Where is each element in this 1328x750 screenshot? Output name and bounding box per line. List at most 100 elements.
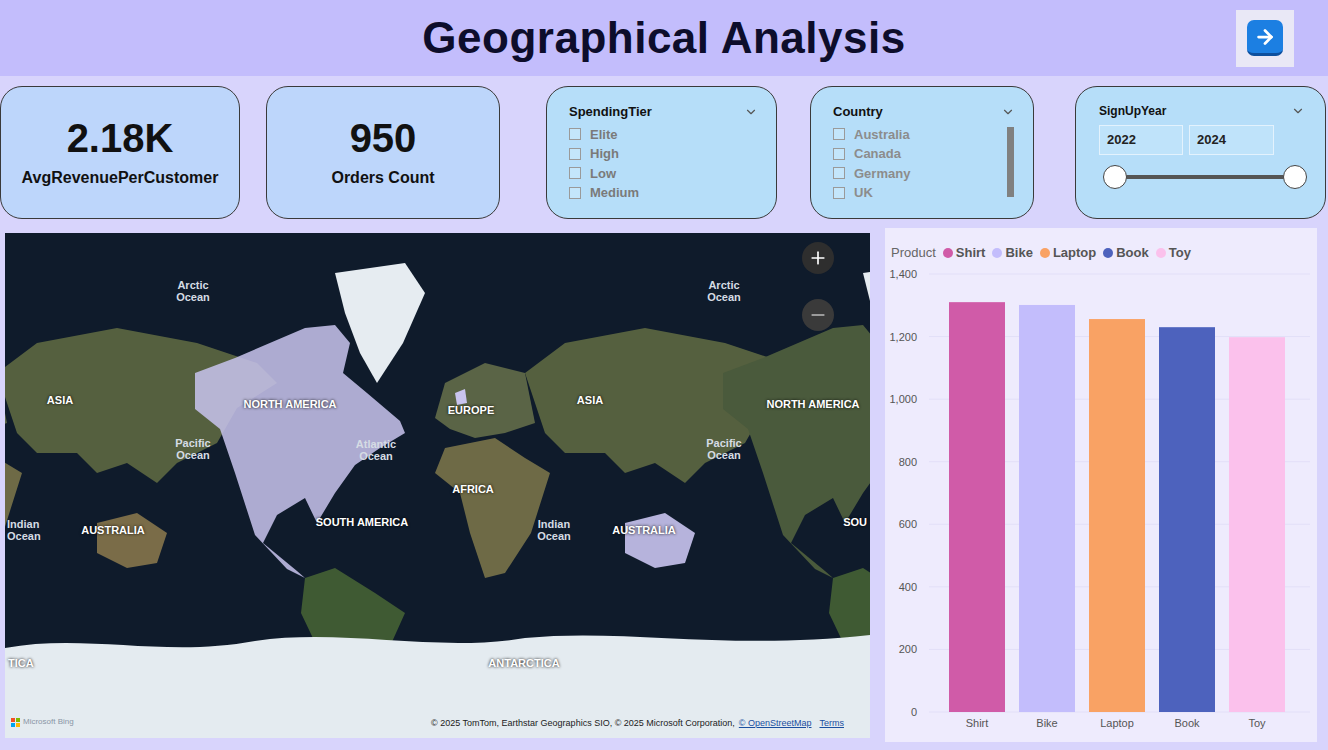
slicer-item[interactable]: Germany — [833, 164, 910, 184]
legend-dot — [943, 248, 953, 258]
map-label: AUSTRALIA — [612, 524, 676, 536]
bar[interactable] — [1159, 327, 1215, 712]
map-label: AUSTRALIA — [81, 524, 145, 536]
chart-legend: ProductShirtBikeLaptopBookToy — [885, 228, 1317, 264]
slicer-item[interactable]: Canada — [833, 144, 910, 164]
map-label: Pacific Ocean — [696, 437, 752, 461]
checkbox[interactable] — [569, 128, 581, 140]
slicer: SignUpYear 20222024 — [1075, 86, 1326, 219]
chevron-down-icon[interactable] — [1001, 105, 1015, 119]
chevron-down-icon[interactable] — [744, 105, 758, 119]
slicer-item[interactable]: High — [569, 144, 639, 164]
y-tick: 0 — [911, 706, 917, 718]
next-page-button[interactable] — [1236, 10, 1294, 67]
checkbox[interactable] — [569, 167, 581, 179]
map-label: NORTH AMERICA — [766, 398, 859, 410]
slicer-item[interactable]: Elite — [569, 125, 639, 145]
checkbox[interactable] — [833, 187, 845, 199]
map-label: Atlantic Ocean — [348, 438, 404, 462]
checkbox[interactable] — [833, 128, 845, 140]
x-label: Book — [1174, 717, 1200, 729]
map-label: Indian Ocean — [7, 518, 63, 542]
map-logo: Microsoft Bing — [11, 716, 74, 728]
legend-item[interactable]: Book — [1103, 243, 1149, 263]
bar[interactable] — [1229, 337, 1285, 712]
page-title: Geographical Analysis — [422, 5, 905, 71]
kpi-card: 950Orders Count — [266, 86, 500, 219]
map-label: ANTARCTICA — [488, 657, 559, 669]
slicer-title: SignUpYear — [1099, 102, 1166, 120]
map-label: ASIA — [577, 394, 603, 406]
map-label: Arctic Ocean — [696, 279, 752, 303]
chart-panel: ProductShirtBikeLaptopBookToy02004006008… — [885, 228, 1317, 742]
map-label: Pacific Ocean — [165, 437, 221, 461]
slicer-item[interactable]: Australia — [833, 125, 910, 145]
y-tick: 1,000 — [889, 393, 917, 405]
map-label: TICA — [8, 657, 34, 669]
slicer-title: Country — [833, 102, 883, 122]
y-tick: 200 — [899, 643, 917, 655]
legend-item[interactable]: Bike — [992, 243, 1032, 263]
legend-item[interactable]: Laptop — [1040, 243, 1096, 263]
y-tick: 600 — [899, 518, 917, 530]
y-tick: 1,400 — [889, 268, 917, 280]
bar[interactable] — [1019, 305, 1075, 712]
slider-fill — [1115, 175, 1295, 179]
range-end-input[interactable]: 2024 — [1189, 125, 1274, 155]
map-label: Arctic Ocean — [165, 279, 221, 303]
slicer: SpendingTier EliteHighLowMedium — [546, 86, 777, 219]
slicer-item[interactable]: Low — [569, 164, 639, 184]
chevron-down-icon[interactable] — [1291, 104, 1305, 118]
checkbox[interactable] — [833, 148, 845, 160]
map-label: SOUTH AMERICA — [316, 516, 408, 528]
y-tick: 800 — [899, 456, 917, 468]
x-label: Shirt — [966, 717, 989, 729]
legend-dot — [1156, 248, 1166, 258]
legend-item[interactable]: Toy — [1156, 243, 1191, 263]
minus-icon — [808, 305, 828, 325]
bar[interactable] — [949, 302, 1005, 712]
map-tiles — [5, 233, 870, 738]
kpi-value: 2.18K — [67, 116, 174, 160]
y-tick: 1,200 — [889, 331, 917, 343]
terms-link[interactable]: Terms — [820, 717, 845, 731]
kpi-label: Orders Count — [331, 166, 434, 190]
legend-dot — [1040, 248, 1050, 258]
x-label: Laptop — [1100, 717, 1134, 729]
slicer-title: SpendingTier — [569, 102, 652, 122]
kpi-card: 2.18K AvgRevenuePerCustomer — [0, 86, 240, 219]
map[interactable]: Arctic Ocean Arctic Ocean ASIA NORTH AMERIC… — [5, 233, 870, 738]
y-tick: 400 — [899, 581, 917, 593]
header: Geographical Analysis — [0, 0, 1328, 76]
arrow-right-icon — [1254, 26, 1276, 48]
map-label: ASIA — [47, 394, 73, 406]
slider-handle[interactable] — [1103, 165, 1127, 189]
checkbox[interactable] — [569, 148, 581, 160]
attribution-link[interactable]: © OpenStreetMap — [739, 717, 812, 731]
map-label: EUROPE — [448, 404, 494, 416]
plus-icon — [808, 248, 828, 268]
legend-dot — [1103, 248, 1113, 258]
checkbox[interactable] — [833, 167, 845, 179]
slicer-item[interactable]: UK — [833, 183, 910, 203]
slicer: Country AustraliaCanadaGermanyUK — [810, 86, 1034, 219]
kpi-label: AvgRevenuePerCustomer — [22, 166, 219, 190]
range-start-input[interactable]: 2022 — [1099, 125, 1183, 155]
slicer-item[interactable]: Medium — [569, 183, 639, 203]
slider-handle[interactable] — [1283, 165, 1307, 189]
legend-item[interactable]: Shirt — [943, 243, 986, 263]
dashboard: Geographical Analysis 2.18K AvgRevenuePerC… — [0, 0, 1328, 750]
slicer-list: AustraliaCanadaGermanyUK — [833, 125, 910, 203]
map-label: AFRICA — [452, 483, 494, 495]
bar-chart: 0 200 400 600 800 1,000 1,200 1,400 Shirt Bike Lap… — [885, 264, 1317, 742]
scrollbar-thumb[interactable] — [1007, 127, 1014, 197]
zoom-out-button[interactable] — [802, 299, 834, 331]
logo-icon — [11, 718, 20, 727]
bar[interactable] — [1089, 319, 1145, 712]
x-label: Toy — [1248, 717, 1266, 729]
x-label: Bike — [1036, 717, 1057, 729]
map-label: NORTH AMERICA — [243, 398, 336, 410]
checkbox[interactable] — [569, 187, 581, 199]
range-slider[interactable] — [1115, 165, 1295, 189]
zoom-in-button[interactable] — [802, 242, 834, 274]
